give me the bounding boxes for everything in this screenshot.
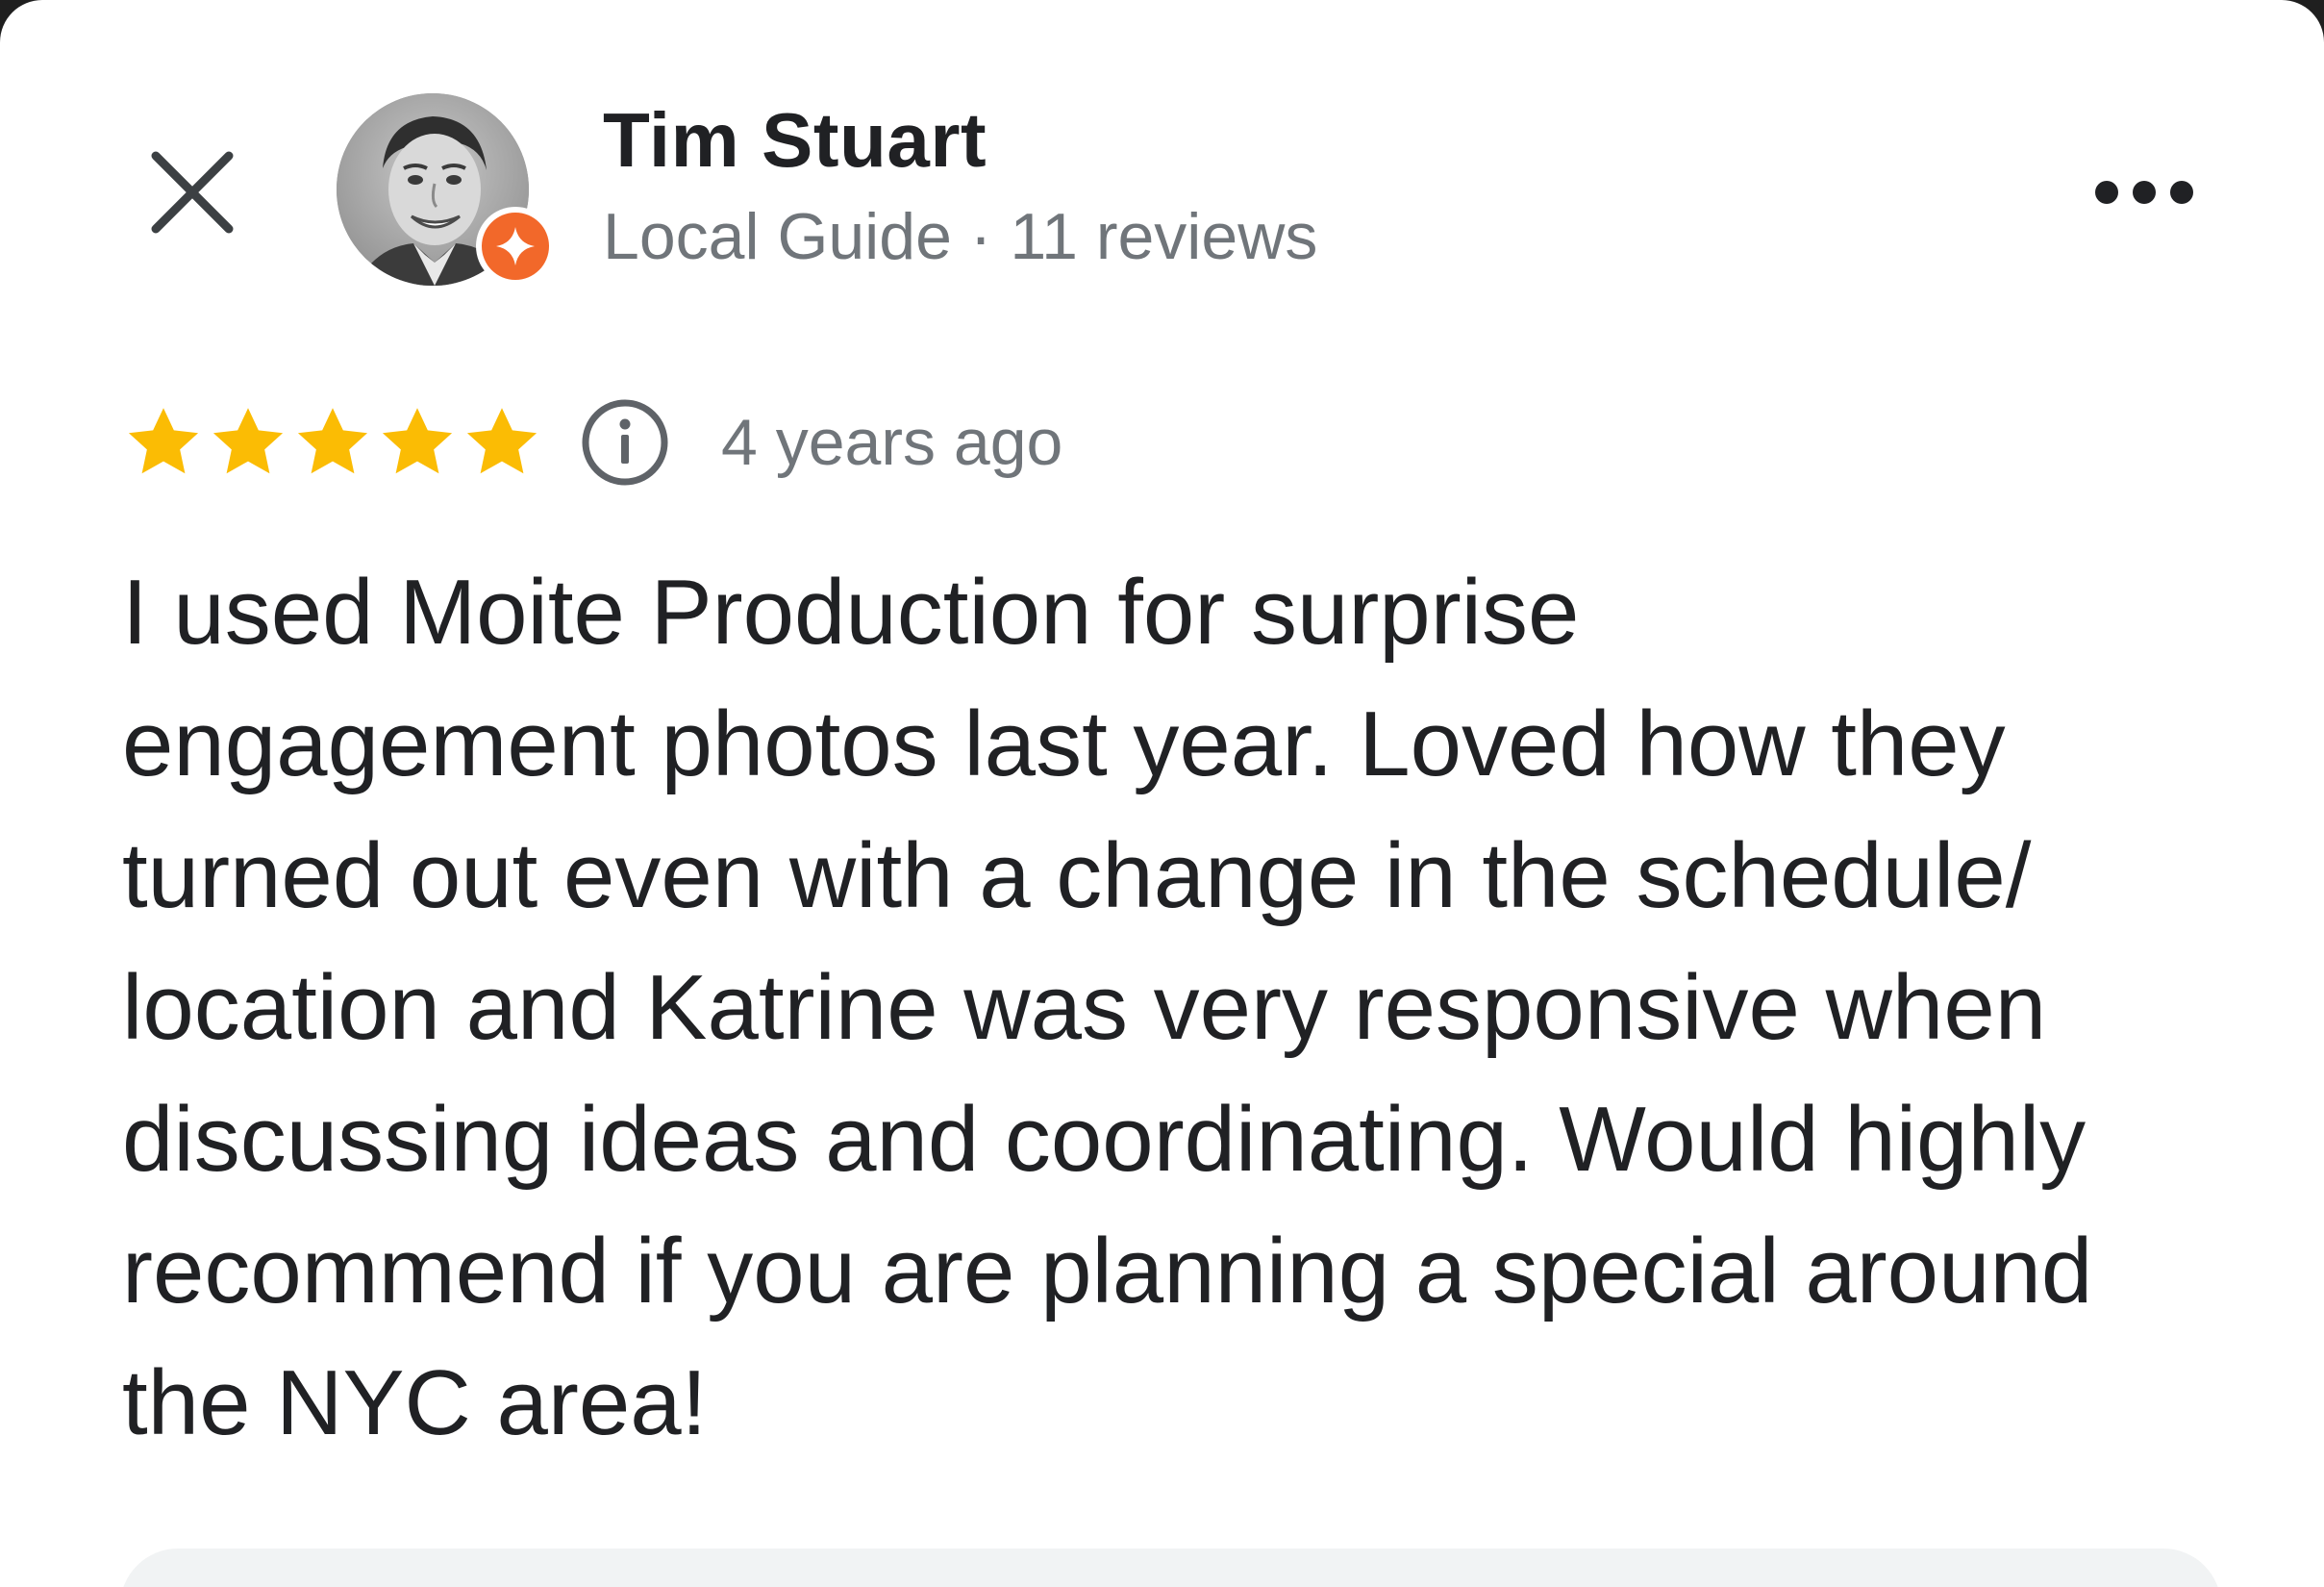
more-options-icon bbox=[2095, 181, 2193, 204]
star-icon bbox=[382, 408, 453, 474]
close-icon bbox=[151, 151, 234, 234]
local-guide-badge-icon bbox=[476, 207, 555, 286]
star-icon bbox=[297, 408, 368, 474]
star-rating bbox=[123, 402, 542, 483]
sparkle-icon bbox=[496, 227, 535, 265]
info-icon[interactable] bbox=[579, 396, 671, 489]
reviewer-meta[interactable]: Local Guide · 11 reviews bbox=[603, 199, 1317, 274]
review-card: Tim Stuart Local Guide · 11 reviews 4 ye… bbox=[0, 0, 2324, 1587]
review-time: 4 years ago bbox=[721, 406, 1063, 479]
rating-row: 4 years ago bbox=[123, 390, 1062, 495]
star-icon bbox=[466, 408, 537, 474]
star-icon bbox=[212, 408, 284, 474]
reviewer-name[interactable]: Tim Stuart bbox=[603, 96, 987, 185]
close-button[interactable] bbox=[135, 135, 250, 250]
more-options-button[interactable] bbox=[2087, 149, 2202, 236]
reviewer-avatar-container[interactable] bbox=[337, 93, 558, 290]
star-icon bbox=[128, 408, 199, 474]
bottom-action-bar[interactable] bbox=[120, 1549, 2221, 1587]
review-text: I used Moite Production for surprise eng… bbox=[122, 561, 2093, 1454]
